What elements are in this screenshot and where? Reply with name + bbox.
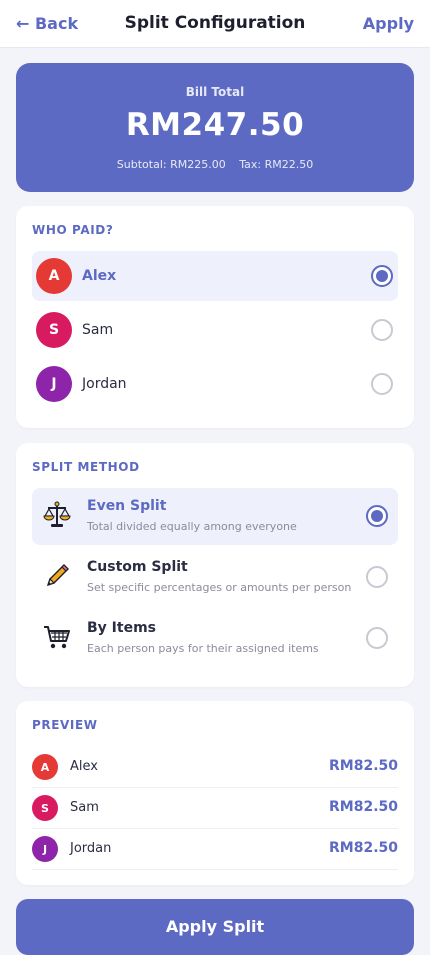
method-description: Set specific percentages or amounts per … — [87, 581, 352, 594]
who-paid-card: WHO PAID? A Alex S Sam J Jordan — [16, 206, 414, 428]
bill-total-amount: RM247.50 — [125, 107, 305, 143]
payer-name: Jordan — [82, 376, 127, 392]
preview-amount: RM82.50 — [329, 799, 398, 815]
top-bar: ← Back Split Configuration Apply — [0, 0, 430, 48]
tax-text: Tax: RM22.50 — [239, 158, 314, 171]
avatar: A — [32, 754, 58, 780]
payer-option-sam[interactable]: S Sam — [32, 305, 398, 355]
bill-total-label: Bill Total — [185, 85, 245, 99]
preview-row-alex: A Alex RM82.50 — [32, 747, 398, 788]
payer-name: Sam — [82, 322, 114, 338]
radio-selected-icon[interactable] — [366, 505, 388, 527]
scales-icon — [43, 501, 71, 527]
apply-split-button[interactable]: Apply Split — [16, 899, 414, 955]
apply-header-button[interactable]: Apply — [363, 14, 414, 33]
method-option-by-items[interactable]: By Items Each person pays for their assi… — [32, 610, 398, 667]
payer-option-alex[interactable]: A Alex — [32, 251, 398, 301]
payer-name: Alex — [82, 268, 117, 284]
bill-breakdown: Subtotal: RM225.00 Tax: RM22.50 — [16, 158, 414, 171]
method-option-custom-split[interactable]: Custom Split Set specific percentages or… — [32, 549, 398, 606]
preview-card: PREVIEW A Alex RM82.50 S Sam RM82.50 J J… — [16, 701, 414, 885]
preview-amount: RM82.50 — [329, 840, 398, 856]
subtotal-text: Subtotal: RM225.00 — [116, 158, 226, 171]
preview-name: Sam — [70, 800, 99, 815]
method-name: Custom Split — [87, 559, 188, 575]
bill-total-card: Bill Total RM247.50 Subtotal: RM225.00 T… — [16, 63, 414, 192]
radio-unselected-icon[interactable] — [366, 566, 388, 588]
method-name: Even Split — [87, 498, 167, 514]
pencil-icon — [47, 564, 69, 586]
preview-name: Jordan — [70, 841, 112, 856]
method-description: Total divided equally among everyone — [87, 520, 297, 533]
avatar: J — [32, 836, 58, 862]
method-name: By Items — [87, 620, 156, 636]
preview-row-sam: S Sam RM82.50 — [32, 788, 398, 829]
preview-title: PREVIEW — [32, 718, 98, 732]
payer-option-jordan[interactable]: J Jordan — [32, 359, 398, 409]
radio-unselected-icon[interactable] — [371, 373, 393, 395]
radio-selected-icon[interactable] — [371, 265, 393, 287]
who-paid-title: WHO PAID? — [32, 223, 114, 237]
cart-icon — [44, 626, 70, 649]
method-option-even-split[interactable]: Even Split Total divided equally among e… — [32, 488, 398, 545]
split-method-card: SPLIT METHOD Even Split Total divided eq… — [16, 443, 414, 687]
method-description: Each person pays for their assigned item… — [87, 642, 319, 655]
avatar: J — [36, 366, 72, 402]
preview-name: Alex — [70, 759, 98, 774]
radio-unselected-icon[interactable] — [371, 319, 393, 341]
radio-unselected-icon[interactable] — [366, 627, 388, 649]
split-method-title: SPLIT METHOD — [32, 460, 140, 474]
avatar: A — [36, 258, 72, 294]
preview-amount: RM82.50 — [329, 758, 398, 774]
avatar: S — [36, 312, 72, 348]
avatar: S — [32, 795, 58, 821]
preview-row-jordan: J Jordan RM82.50 — [32, 829, 398, 870]
